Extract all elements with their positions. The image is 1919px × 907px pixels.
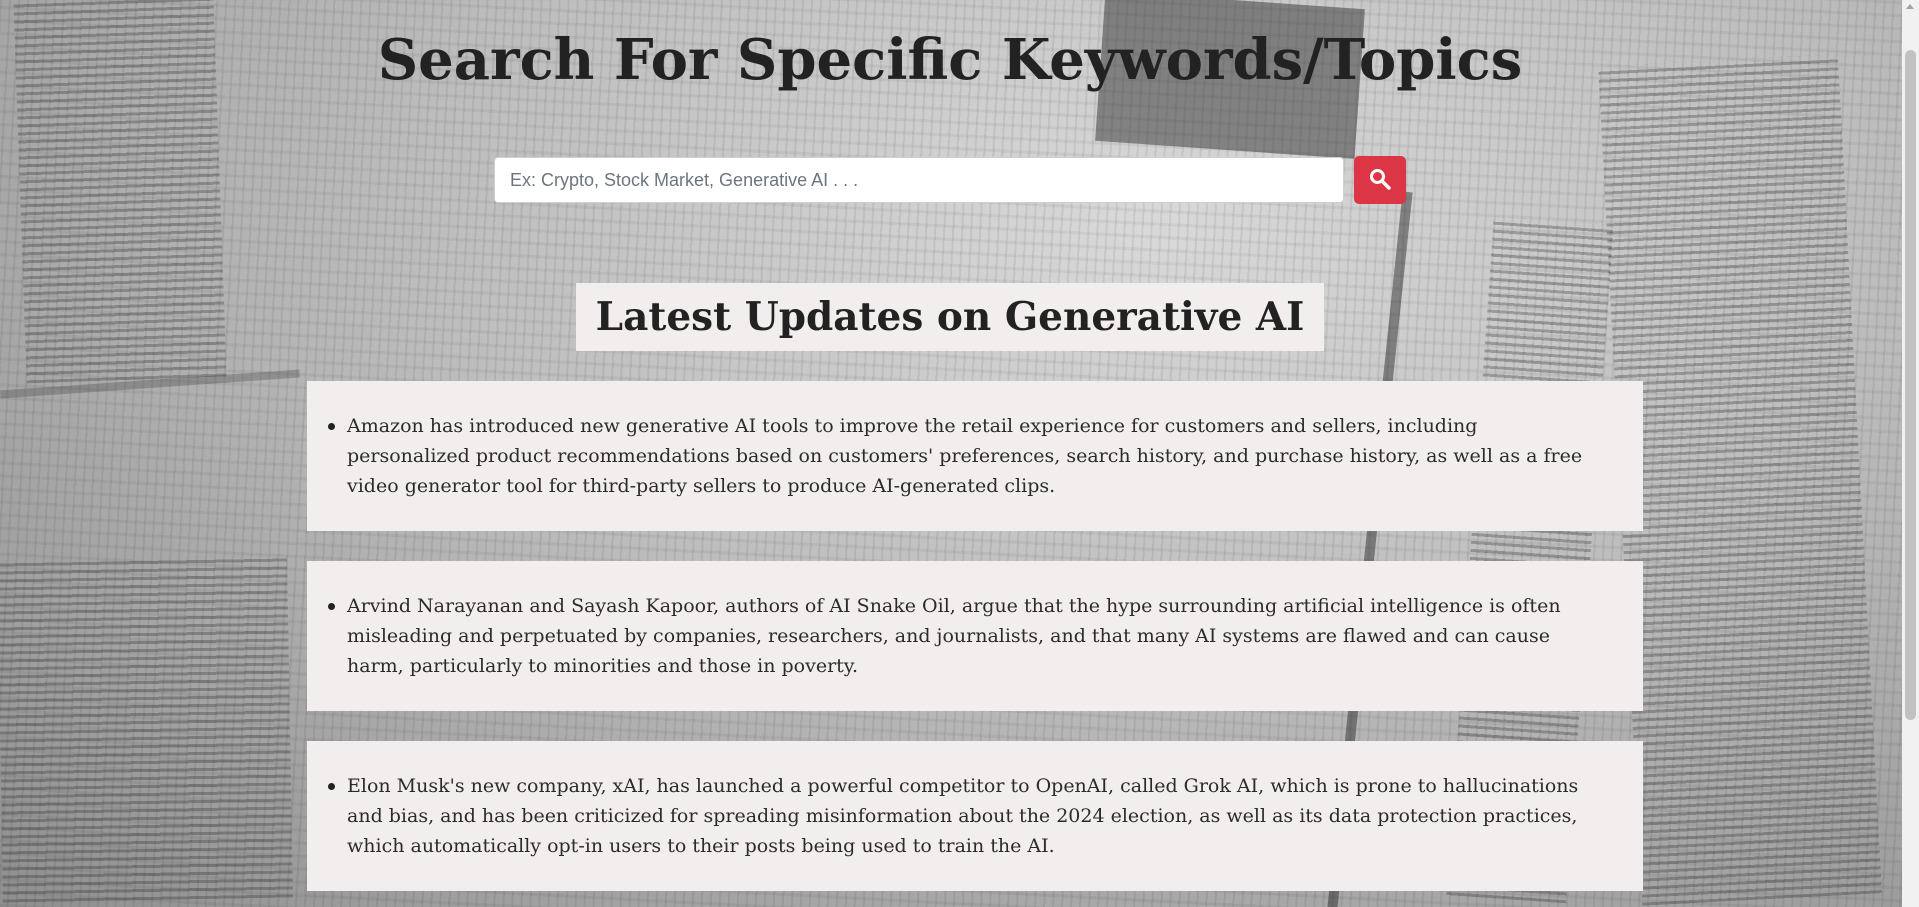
background-fold-line [0,369,300,399]
background-newsprint [0,557,293,903]
update-item: Amazon has introduced new generative AI … [328,411,1583,501]
update-card: Amazon has introduced new generative AI … [307,381,1643,531]
update-card: Arvind Narayanan and Sayash Kapoor, auth… [307,561,1643,711]
update-item: Elon Musk's new company, xAI, has launch… [328,771,1583,861]
search-icon [1368,167,1392,194]
page-title: Search For Specific Keywords/Topics [377,27,1523,93]
section-heading: Latest Updates on Generative AI [575,283,1325,351]
update-item: Arvind Narayanan and Sayash Kapoor, auth… [328,591,1583,681]
scroll-up-arrow-icon[interactable] [1906,4,1914,9]
scrollbar-thumb[interactable] [1905,50,1916,720]
search-input[interactable] [494,157,1344,203]
vertical-scrollbar[interactable] [1902,0,1919,907]
update-bullet-list: Arvind Narayanan and Sayash Kapoor, auth… [328,591,1583,681]
updates-list: Amazon has introduced new generative AI … [307,381,1643,907]
update-bullet-list: Elon Musk's new company, xAI, has launch… [328,771,1583,861]
section-heading-container: Latest Updates on Generative AI [0,283,1900,351]
search-bar [494,156,1406,204]
update-bullet-list: Amazon has introduced new generative AI … [328,411,1583,501]
search-button[interactable] [1354,156,1406,204]
update-card: Elon Musk's new company, xAI, has launch… [307,741,1643,891]
